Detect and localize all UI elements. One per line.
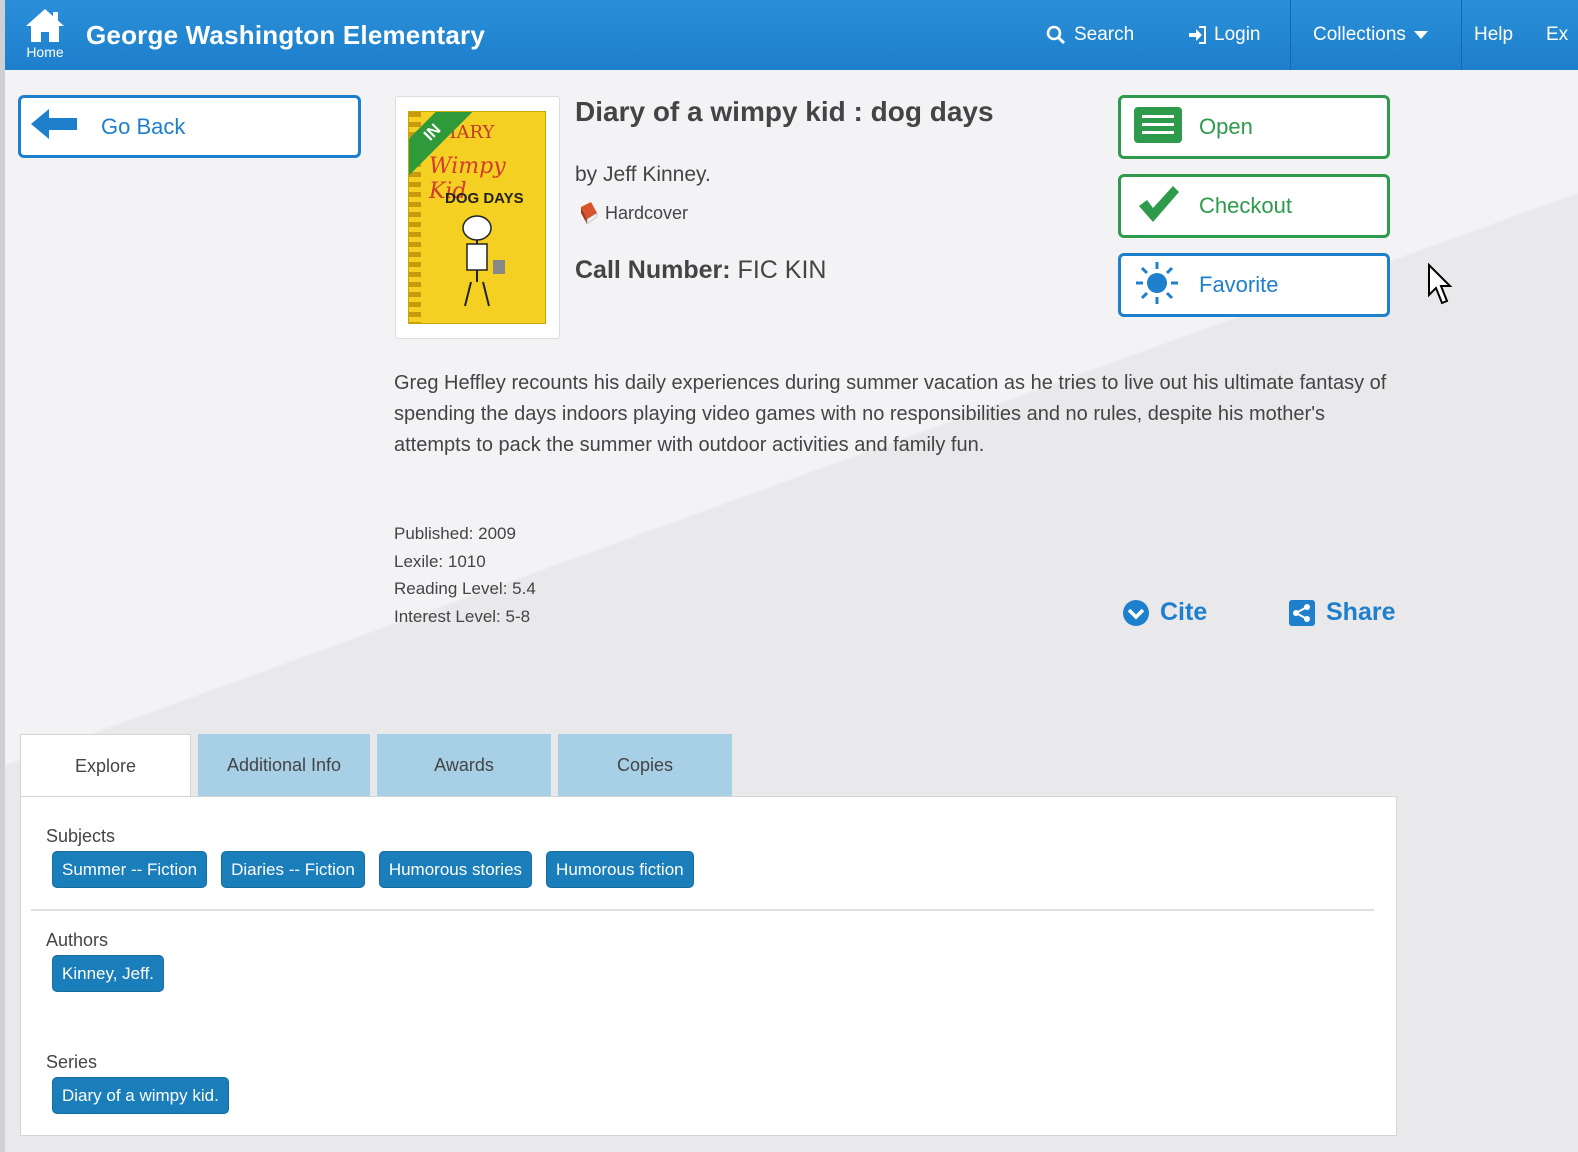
explore-panel: Subjects Summer -- Fiction Diaries -- Fi… [20,796,1397,1136]
section-divider [31,909,1374,911]
book-cover-image[interactable]: DIARY Wimpy Kid DOG DAYS IN [408,111,546,324]
subject-chip[interactable]: Diaries -- Fiction [221,851,365,888]
nav-ex[interactable]: Ex [1546,0,1568,70]
share-icon [1288,599,1316,627]
published-year: Published: 2009 [394,524,516,543]
detail-tabs: Explore Additional Info Awards Copies [20,734,739,798]
top-navigation-bar: Home George Washington Elementary Search… [0,0,1578,70]
nav-ex-label: Ex [1546,24,1569,45]
checkout-button[interactable]: Checkout [1118,174,1390,238]
call-number: Call Number: FIC KIN [575,256,826,285]
share-label: Share [1326,598,1396,626]
favorite-button[interactable]: Favorite [1118,253,1390,317]
nav-login-label: Login [1214,24,1261,45]
open-label: Open [1199,114,1253,139]
call-number-value: FIC KIN [737,256,827,284]
book-byline: by Jeff Kinney. [575,163,711,186]
series-chip[interactable]: Diary of a wimpy kid. [52,1077,229,1114]
authors-label: Authors [46,930,109,950]
mouse-cursor-icon [1427,262,1453,312]
checkout-label: Checkout [1199,193,1292,218]
go-back-button[interactable]: Go Back [18,95,361,158]
book-title: Diary of a wimpy kid : dog days [575,96,994,127]
open-button[interactable]: Open [1118,95,1390,159]
cover-character-illustration [449,212,509,317]
subjects-chips: Summer -- Fiction Diaries -- Fiction Hum… [52,851,708,888]
authors-chips: Kinney, Jeff. [52,955,178,992]
arrow-left-icon [29,107,79,146]
nav-help[interactable]: Help [1474,0,1513,70]
nav-help-label: Help [1474,24,1514,45]
sun-star-icon [1133,260,1183,311]
book-details: Published: 2009 Lexile: 1010 Reading Lev… [394,520,536,630]
home-icon [18,6,72,46]
subjects-label: Subjects [46,826,116,846]
tab-awards[interactable]: Awards [377,734,551,797]
interest-level: Interest Level: 5-8 [394,606,531,626]
go-back-label: Go Back [101,113,186,139]
caret-down-icon [1413,31,1428,39]
book-format-label: Hardcover [605,202,689,223]
lexile-value: Lexile: 1010 [394,551,486,571]
tab-additional-info[interactable]: Additional Info [198,734,370,797]
nav-collections-dropdown[interactable]: Collections [1290,0,1462,70]
series-label: Series [46,1052,98,1072]
nav-collections-label: Collections [1313,24,1406,45]
nav-login[interactable]: Login [1188,0,1261,70]
subject-chip[interactable]: Humorous stories [378,851,533,888]
chevron-circle-down-icon [1122,599,1150,627]
open-list-icon [1133,106,1183,149]
subject-chip[interactable]: Summer -- Fiction [52,851,208,888]
search-icon [1046,25,1066,45]
book-format: Hardcover [577,201,688,225]
login-icon [1188,26,1206,44]
reading-level: Reading Level: 5.4 [394,579,536,598]
cite-button[interactable]: Cite [1122,598,1207,627]
subject-chip[interactable]: Humorous fiction [546,851,694,888]
nav-search[interactable]: Search [1046,0,1134,70]
author-chip[interactable]: Kinney, Jeff. [52,955,164,992]
tab-explore[interactable]: Explore [20,734,191,798]
favorite-label: Favorite [1199,272,1279,297]
hardcover-book-icon [577,201,599,225]
checkmark-icon [1133,184,1183,229]
home-label: Home [26,44,64,60]
cite-label: Cite [1160,598,1208,626]
cover-title-line3: DOG DAYS [445,190,524,207]
call-number-label: Call Number: [575,256,731,284]
series-chips: Diary of a wimpy kid. [52,1077,243,1114]
tab-copies[interactable]: Copies [558,734,732,797]
book-description: Greg Heffley recounts his daily experien… [394,372,1387,456]
home-link[interactable]: Home [18,6,72,66]
share-button[interactable]: Share [1288,598,1395,627]
nav-search-label: Search [1074,24,1135,45]
school-name: George Washington Elementary [86,20,486,50]
book-cover-frame: DIARY Wimpy Kid DOG DAYS IN [395,96,560,339]
